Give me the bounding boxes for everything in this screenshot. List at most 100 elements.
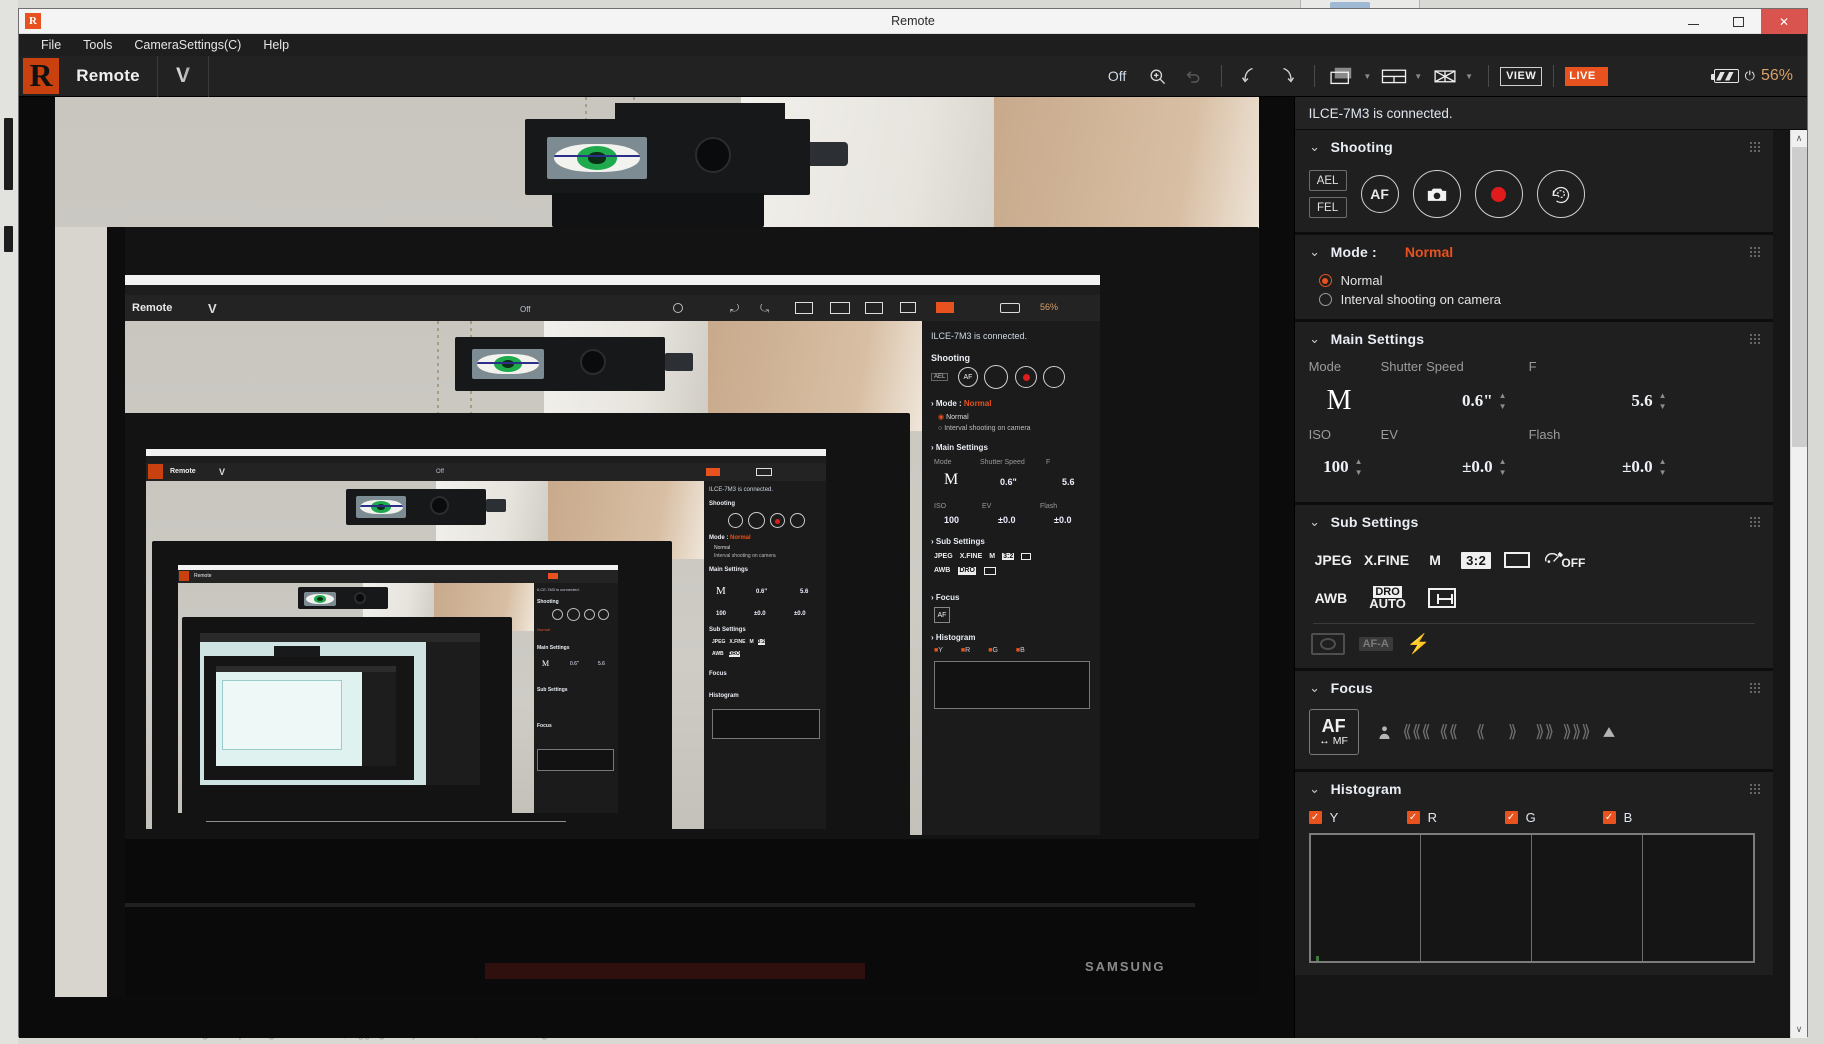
drag-grip-icon[interactable]	[1748, 682, 1761, 694]
scroll-down-arrow-icon[interactable]: ∨	[1790, 1021, 1807, 1038]
menu-file[interactable]: File	[41, 38, 61, 52]
drag-grip-icon[interactable]	[1748, 516, 1761, 528]
chevron-down-icon[interactable]: ⌄	[1309, 514, 1321, 530]
chevron-down-icon[interactable]: ⌄	[1309, 331, 1321, 347]
section-histogram-header[interactable]: ⌄ Histogram	[1295, 772, 1773, 806]
ael-button[interactable]: AEL	[1308, 170, 1347, 191]
spinner-down-icon[interactable]: ▼	[1659, 402, 1667, 410]
iso-stepper[interactable]: 100 ▲ ▼	[1309, 457, 1381, 477]
close-button[interactable]: ✕	[1761, 9, 1807, 34]
section-sub-settings-header[interactable]: ⌄ Sub Settings	[1295, 505, 1773, 539]
grid-display-off-toggle[interactable]: Off	[1096, 68, 1138, 84]
minimize-button[interactable]	[1671, 9, 1716, 34]
chevron-down-icon[interactable]: ⌄	[1309, 680, 1321, 696]
sidebar-scroll-region[interactable]: ⌄ Shooting AEL FEL AF ⌄ Mode: Normal No…	[1294, 130, 1807, 1038]
version-mark[interactable]: V	[168, 63, 198, 89]
section-mode-header[interactable]: ⌄ Mode : Normal	[1295, 235, 1773, 269]
checkbox-checked-icon[interactable]: ✓	[1308, 811, 1322, 824]
spinner-down-icon[interactable]: ▼	[1659, 468, 1667, 476]
drag-grip-icon[interactable]	[1748, 333, 1761, 345]
focus-step-far-fast-icon[interactable]: ⟪⟪⟪	[1401, 715, 1433, 749]
magnifier-plus-icon[interactable]	[1140, 61, 1174, 91]
layout-single-chevron-down-icon[interactable]: ▼	[1363, 72, 1371, 81]
sidebar-scroll-thumb[interactable]	[1791, 147, 1807, 447]
shutter-button[interactable]	[1412, 170, 1461, 218]
image-area-icon[interactable]	[1497, 545, 1537, 575]
dro-auto-icon[interactable]: DRO AUTO	[1363, 583, 1412, 613]
image-size-medium[interactable]: M	[1415, 545, 1455, 575]
af-mf-toggle[interactable]: AF ↔ MF	[1308, 709, 1359, 755]
mode-option-normal[interactable]: Normal	[1295, 269, 1773, 288]
interval-shooting-button[interactable]	[1536, 170, 1585, 218]
drag-grip-icon[interactable]	[1748, 141, 1761, 153]
chevron-down-icon[interactable]: ⌄	[1309, 781, 1321, 797]
drag-grip-icon[interactable]	[1748, 783, 1761, 795]
sidebar-scrollbar[interactable]: ∧ ∨	[1790, 130, 1807, 1038]
radio-normal[interactable]	[1318, 274, 1332, 287]
live-view-area[interactable]: Remote V Off ⤾ ⤿ 56% ILCE-7M3 is connect…	[19, 97, 1294, 1038]
menu-camera-settings[interactable]: CameraSettings(C)	[134, 38, 241, 52]
menu-tools[interactable]: Tools	[83, 38, 112, 52]
focus-step-near-fast-icon[interactable]: ⟫⟫⟫	[1561, 715, 1593, 749]
window-titlebar[interactable]: R Remote ✕	[19, 9, 1807, 34]
rotate-left-icon[interactable]	[1233, 61, 1267, 91]
shutter-speed-spinner[interactable]: ▲ ▼	[1499, 391, 1507, 410]
chevron-down-icon[interactable]: ⌄	[1309, 244, 1321, 260]
spinner-up-icon[interactable]: ▲	[1659, 457, 1667, 465]
layout-compare-chevron-down-icon[interactable]: ▼	[1465, 72, 1473, 81]
live-view-image[interactable]: Remote V Off ⤾ ⤿ 56% ILCE-7M3 is connect…	[55, 97, 1259, 997]
spinner-down-icon[interactable]: ▼	[1355, 468, 1363, 476]
section-main-settings-header[interactable]: ⌄ Main Settings	[1295, 322, 1773, 356]
section-shooting-header[interactable]: ⌄ Shooting	[1295, 130, 1773, 164]
focus-area-icon[interactable]	[1422, 583, 1462, 613]
layout-compare-icon[interactable]	[1428, 61, 1462, 91]
aspect-ratio-3-2[interactable]: 3:2	[1455, 545, 1497, 575]
background-scrollbar-thumb[interactable]	[4, 118, 13, 190]
section-focus-header[interactable]: ⌄ Focus	[1295, 671, 1773, 705]
background-scrollbar-thumb-secondary[interactable]	[4, 226, 13, 252]
spinner-up-icon[interactable]: ▲	[1659, 391, 1667, 399]
histogram-channel-y[interactable]: ✓ Y	[1308, 810, 1407, 825]
mode-option-interval[interactable]: Interval shooting on camera	[1295, 288, 1773, 307]
record-button[interactable]	[1474, 170, 1523, 218]
focus-step-far-medium-icon[interactable]: ⟪⟪	[1433, 715, 1465, 749]
drag-grip-icon[interactable]	[1748, 246, 1761, 258]
ev-stepper[interactable]: ±0.0 ▲ ▼	[1381, 457, 1529, 477]
layout-single-icon[interactable]	[1326, 61, 1360, 91]
aperture-stepper[interactable]: 5.6 ▲ ▼	[1529, 391, 1689, 411]
maximize-button[interactable]	[1716, 9, 1761, 34]
fel-button[interactable]: FEL	[1308, 197, 1347, 218]
live-badge[interactable]: LIVE	[1565, 66, 1609, 86]
checkbox-checked-icon[interactable]: ✓	[1602, 811, 1616, 824]
histogram-channel-g[interactable]: ✓ G	[1504, 810, 1603, 825]
sidebar-scroll-track[interactable]	[1790, 147, 1807, 1021]
value-exposure-mode[interactable]: M	[1309, 385, 1352, 416]
scroll-up-arrow-icon[interactable]: ∧	[1790, 130, 1807, 147]
spinner-down-icon[interactable]: ▼	[1499, 402, 1507, 410]
flash-mode-icon[interactable]: ⚡	[1407, 632, 1431, 656]
layout-grid-chevron-down-icon[interactable]: ▼	[1414, 72, 1422, 81]
aperture-spinner[interactable]: ▲ ▼	[1659, 391, 1667, 410]
rotate-right-icon[interactable]	[1269, 61, 1303, 91]
checkbox-checked-icon[interactable]: ✓	[1406, 811, 1420, 824]
shutter-speed-stepper[interactable]: 0.6" ▲ ▼	[1381, 391, 1529, 411]
spinner-up-icon[interactable]: ▲	[1499, 391, 1507, 399]
iso-spinner[interactable]: ▲ ▼	[1355, 457, 1363, 476]
file-format-jpeg[interactable]: JPEG	[1309, 545, 1358, 575]
chevron-down-icon[interactable]: ⌄	[1309, 139, 1321, 155]
creative-style-off-icon[interactable]: OFF	[1537, 545, 1591, 575]
histogram-channel-b[interactable]: ✓ B	[1602, 810, 1701, 825]
spinner-up-icon[interactable]: ▲	[1355, 457, 1363, 465]
focus-near-person-icon[interactable]	[1369, 715, 1401, 749]
focus-step-far-slow-icon[interactable]: ⟪	[1465, 715, 1497, 749]
spinner-up-icon[interactable]: ▲	[1499, 457, 1507, 465]
focus-step-near-medium-icon[interactable]: ⟫⟫	[1529, 715, 1561, 749]
view-button[interactable]: VIEW	[1500, 66, 1543, 86]
histogram-channel-r[interactable]: ✓ R	[1406, 810, 1505, 825]
checkbox-checked-icon[interactable]: ✓	[1504, 811, 1518, 824]
ev-spinner[interactable]: ▲ ▼	[1499, 457, 1507, 476]
focus-step-near-slow-icon[interactable]: ⟫	[1497, 715, 1529, 749]
af-button[interactable]: AF	[1360, 175, 1399, 213]
white-balance-awb[interactable]: AWB	[1309, 583, 1354, 613]
flash-comp-stepper[interactable]: ±0.0 ▲ ▼	[1529, 457, 1689, 477]
